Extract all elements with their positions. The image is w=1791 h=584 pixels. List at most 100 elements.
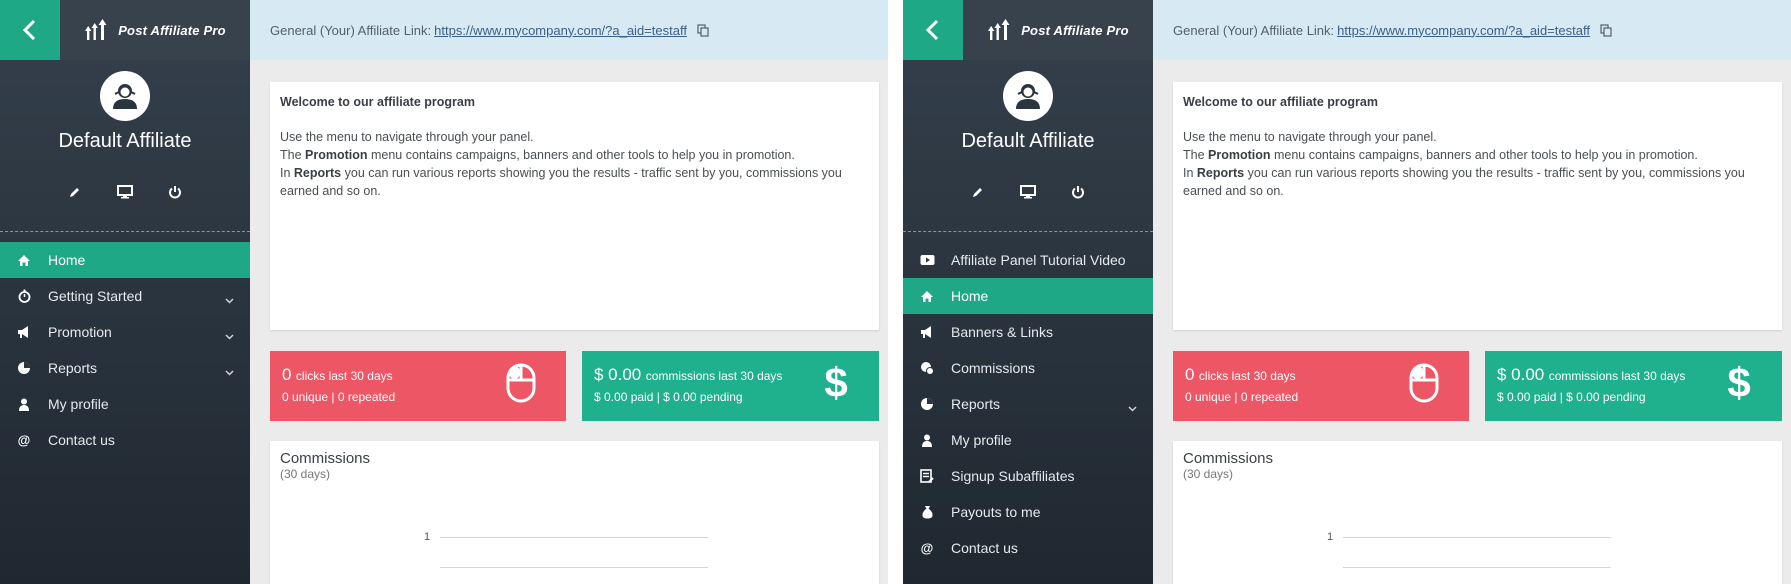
megaphone-icon (16, 324, 32, 340)
commissions-panel: Commissions (30 days) 1 (1173, 441, 1782, 584)
power-icon[interactable] (1070, 184, 1086, 200)
user-icon (919, 432, 935, 448)
welcome-line-3: In Reports you can run various reports s… (1183, 166, 1745, 198)
affiliate-link-label: General (Your) Affiliate Link: (270, 22, 432, 38)
monitor-icon[interactable] (117, 184, 133, 200)
commissions-subtitle: (30 days) (280, 467, 331, 481)
affiliate-link-bar: General (Your) Affiliate Link: https://w… (250, 0, 888, 60)
commissions-label: commissions last 30 days (645, 369, 783, 383)
commissions-stat-card[interactable]: $ 0.00 commissions last 30 days $ 0.00 p… (1485, 351, 1782, 421)
chart-gridline (1343, 537, 1611, 538)
clicks-label: clicks last 30 days (295, 369, 393, 383)
affiliate-link-label: General (Your) Affiliate Link: (1173, 22, 1335, 38)
chevron-down-icon[interactable] (225, 327, 234, 343)
megaphone-icon (919, 324, 935, 340)
sidebar-item-label: Home (48, 252, 86, 268)
welcome-title: Welcome to our affiliate program (1183, 95, 1378, 109)
brand-logo[interactable]: Post Affiliate Pro (963, 0, 1153, 60)
sidebar-item-home[interactable]: Home (903, 278, 1153, 314)
brand-name: Post Affiliate Pro (118, 22, 226, 38)
welcome-line-2: The Promotion menu contains campaigns, b… (280, 148, 795, 162)
sidebar-item-getting-started[interactable]: Getting Started (0, 278, 250, 314)
dollar-icon: $ (1726, 359, 1752, 408)
chevron-down-icon[interactable] (1128, 399, 1137, 415)
mouse-icon (506, 363, 536, 408)
edit-pencil-icon[interactable] (67, 184, 83, 200)
sidebar-item-home[interactable]: Home (0, 242, 250, 278)
chevron-down-icon[interactable] (225, 291, 234, 307)
sidebar-item-label: Affiliate Panel Tutorial Video (951, 252, 1126, 268)
sidebar-item-commissions[interactable]: Commissions (903, 350, 1153, 386)
commissions-title: Commissions (280, 450, 371, 467)
clicks-stat-card[interactable]: 0 clicks last 30 days 0 unique | 0 repea… (1173, 351, 1469, 421)
sidebar-item-contact-us[interactable]: @ Contact us (903, 530, 1153, 566)
clicks-value: 0 (282, 365, 292, 384)
affiliate-link[interactable]: https://www.mycompany.com/?a_aid=testaff (434, 23, 687, 38)
welcome-line-2: The Promotion menu contains campaigns, b… (1183, 148, 1698, 162)
at-icon: @ (919, 540, 935, 556)
sidebar-item-promotion[interactable]: Promotion (0, 314, 250, 350)
welcome-line-3: In Reports you can run various reports s… (280, 166, 842, 198)
commissions-value: $ 0.00 (594, 365, 642, 384)
copy-icon[interactable] (697, 23, 709, 37)
brand-logo[interactable]: Post Affiliate Pro (60, 0, 250, 60)
video-icon (919, 252, 935, 268)
sidebar-item-payouts-to-me[interactable]: Payouts to me (903, 494, 1153, 530)
monitor-icon[interactable] (1020, 184, 1036, 200)
money-bag-icon (919, 504, 935, 520)
sidebar-item-label: Banners & Links (951, 324, 1053, 340)
at-icon: @ (16, 432, 32, 448)
commissions-value: $ 0.00 (1497, 365, 1545, 384)
panel-view-left: Post Affiliate Pro Default Affiliate Hom… (0, 0, 888, 584)
sidebar-item-label: Contact us (48, 432, 115, 448)
user-avatar-icon (113, 84, 137, 109)
sidebar-top-bar: Post Affiliate Pro (903, 0, 1153, 60)
power-icon[interactable] (167, 184, 183, 200)
chevron-down-icon[interactable] (225, 363, 234, 379)
commissions-stat-card[interactable]: $ 0.00 commissions last 30 days $ 0.00 p… (582, 351, 879, 421)
sidebar-item-label: Contact us (951, 540, 1018, 556)
affiliate-link-bar: General (Your) Affiliate Link: https://w… (1153, 0, 1791, 60)
sidebar-item-signup-subaffiliates[interactable]: Signup Subaffiliates (903, 458, 1153, 494)
sidebar-item-my-profile[interactable]: My profile (903, 422, 1153, 458)
home-icon (919, 288, 935, 304)
chart-gridline (440, 567, 708, 568)
sidebar-divider (903, 231, 1153, 232)
sidebar-item-label: Home (951, 288, 989, 304)
sidebar-item-my-profile[interactable]: My profile (0, 386, 250, 422)
sidebar-item-reports[interactable]: Reports (0, 350, 250, 386)
commissions-title: Commissions (1183, 450, 1274, 467)
chart-y-tick: 1 (424, 531, 431, 543)
welcome-panel: Welcome to our affiliate program Use the… (1173, 82, 1782, 330)
svg-text:@: @ (18, 433, 31, 447)
avatar[interactable] (1003, 71, 1053, 121)
avatar[interactable] (100, 71, 150, 121)
sidebar-item-contact-us[interactable]: @ Contact us (0, 422, 250, 458)
sidebar-item-reports[interactable]: Reports (903, 386, 1153, 422)
back-button[interactable] (903, 0, 963, 60)
back-button[interactable] (0, 0, 60, 60)
user-name: Default Affiliate (58, 130, 192, 152)
sidebar-item-banners-and-links[interactable]: Banners & Links (903, 314, 1153, 350)
signup-icon (919, 468, 935, 484)
commissions-panel: Commissions (30 days) 1 (270, 441, 879, 584)
panel-view-right: Post Affiliate Pro Default Affiliate Aff… (903, 0, 1791, 584)
sidebar-divider (0, 231, 250, 232)
edit-pencil-icon[interactable] (970, 184, 986, 200)
sidebar-top-bar: Post Affiliate Pro (0, 0, 250, 60)
user-icon (16, 396, 32, 412)
chart-gridline (1343, 567, 1611, 568)
sidebar-item-label: My profile (951, 432, 1012, 448)
chevron-left-icon (22, 19, 36, 41)
brand-name: Post Affiliate Pro (1021, 22, 1129, 38)
sidebar-item-affiliate-panel-tutorial-video[interactable]: Affiliate Panel Tutorial Video (903, 242, 1153, 278)
clicks-stat-card[interactable]: 0 clicks last 30 days 0 unique | 0 repea… (270, 351, 566, 421)
copy-icon[interactable] (1600, 23, 1612, 37)
coins-icon (919, 360, 935, 376)
affiliate-link[interactable]: https://www.mycompany.com/?a_aid=testaff (1337, 23, 1590, 38)
growth-arrows-icon (85, 19, 107, 40)
chart-gridline (440, 537, 708, 538)
commissions-label: commissions last 30 days (1548, 369, 1686, 383)
commissions-subtitle: (30 days) (1183, 467, 1234, 481)
welcome-line-1: Use the menu to navigate through your pa… (1183, 130, 1437, 144)
